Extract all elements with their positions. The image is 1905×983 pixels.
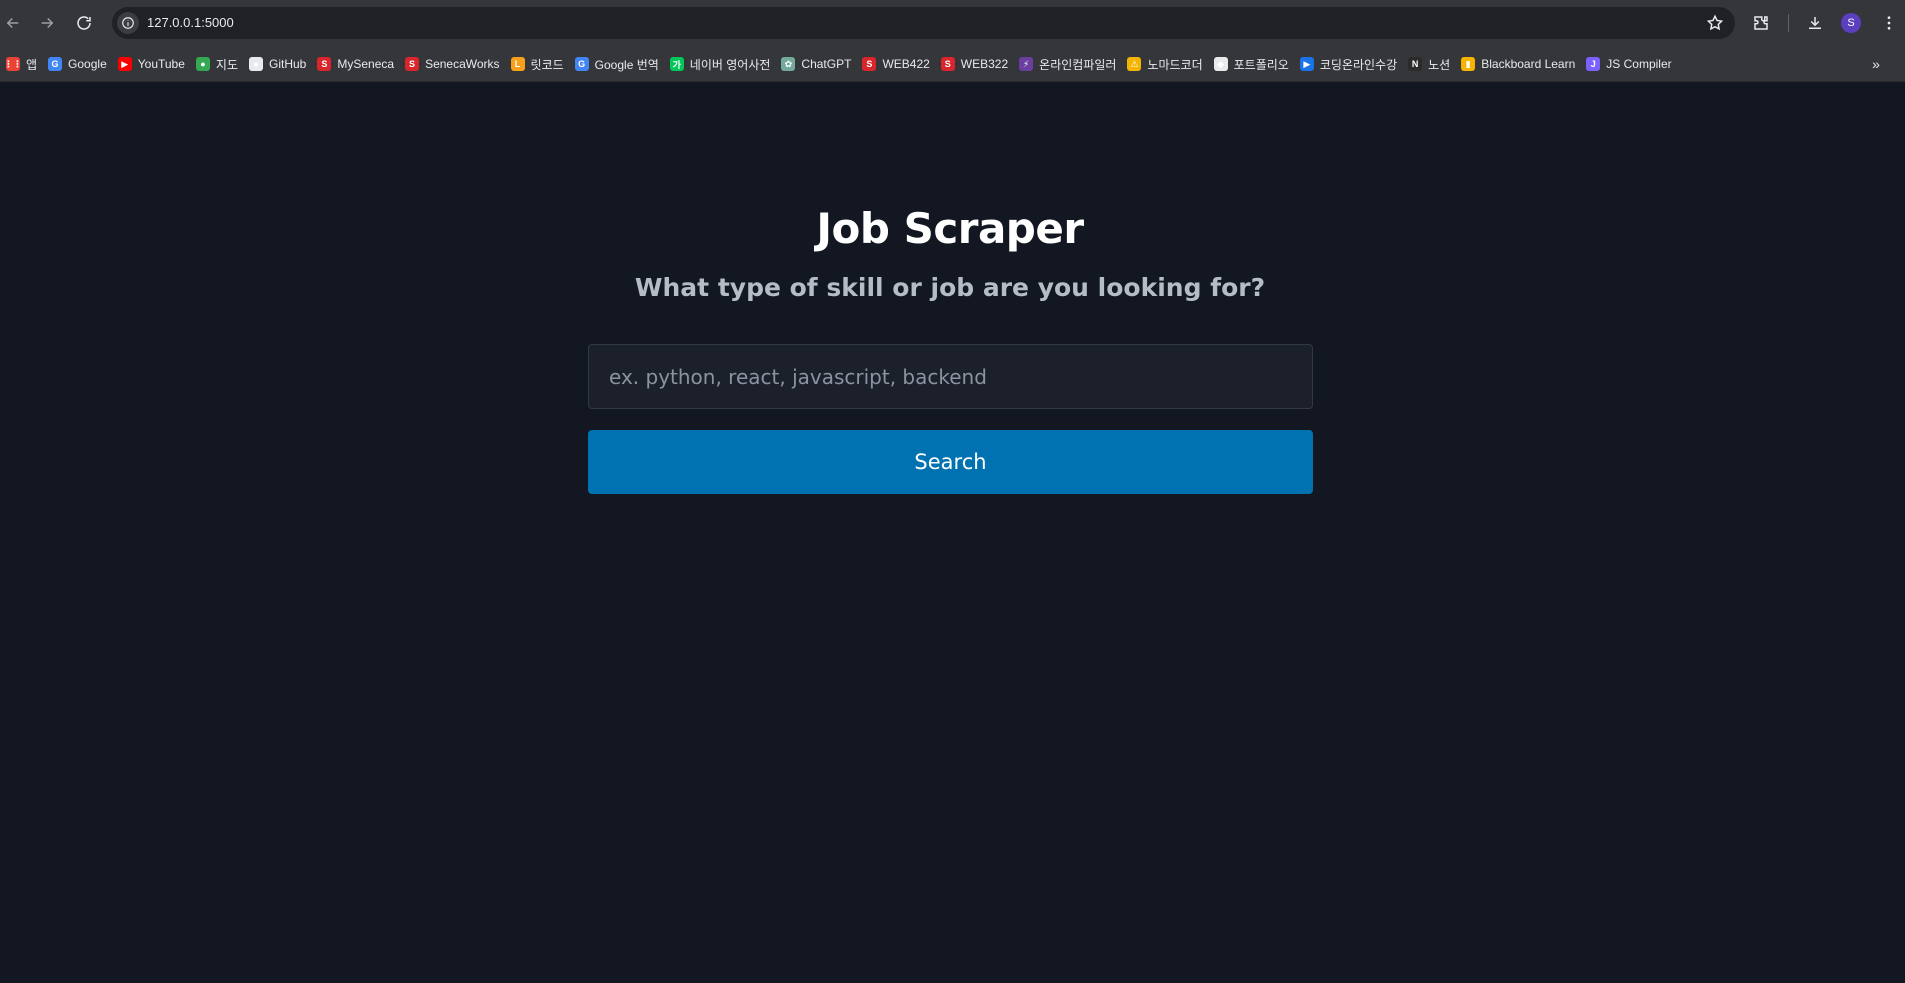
- page-title: Job Scraper: [816, 204, 1084, 253]
- naver-icon: 가: [669, 57, 684, 71]
- bookmark-label: 앱: [26, 57, 38, 72]
- bookmark-item[interactable]: G Google 번역: [571, 51, 666, 77]
- bookmark-item[interactable]: ▶ 코딩온라인수강: [1296, 51, 1404, 77]
- bookmark-item[interactable]: ⚠ 노마드코더: [1123, 51, 1209, 77]
- bookmark-label: 릿코드: [530, 57, 564, 72]
- search-input[interactable]: [588, 344, 1313, 409]
- google-icon: G: [48, 57, 63, 71]
- address-bar[interactable]: 127.0.0.1:5000: [112, 7, 1735, 39]
- bookmark-item[interactable]: J JS Compiler: [1582, 51, 1678, 77]
- browser-chrome: 127.0.0.1:5000 S ⋮⋮ 앱 G Google ▶ YouTube ● 지도 ● G…: [0, 0, 1905, 82]
- bookmarks-bar: ⋮⋮ 앱 G Google ▶ YouTube ● 지도 ● GitHub S MySeneca S Se…: [0, 46, 1905, 82]
- browser-toolbar: 127.0.0.1:5000 S: [0, 0, 1905, 46]
- seneca-icon: S: [405, 57, 420, 71]
- github-icon: ●: [249, 57, 263, 71]
- bookmark-label: 온라인컴파일러: [1039, 57, 1117, 72]
- bookmark-item[interactable]: ◆ 포트폴리오: [1210, 51, 1296, 77]
- download-icon[interactable]: [1803, 11, 1827, 35]
- nomad-icon: ⚠: [1127, 57, 1142, 71]
- bookmark-item[interactable]: ● GitHub: [245, 51, 313, 77]
- play-icon: ▶: [1299, 57, 1314, 71]
- apps-grid-icon: ⋮⋮: [4, 57, 22, 71]
- bookmark-label: 코딩온라인수강: [1319, 57, 1398, 72]
- translate-icon: G: [574, 57, 589, 71]
- js-compiler-icon: J: [1586, 57, 1601, 71]
- bookmark-label: ChatGPT: [801, 57, 852, 71]
- seneca-icon: S: [940, 57, 955, 71]
- bookmark-label: YouTube: [137, 57, 185, 71]
- bookmark-label: WEB322: [960, 57, 1009, 71]
- bookmark-item[interactable]: ⚡ 온라인컴파일러: [1015, 51, 1123, 77]
- chatgpt-icon: ✿: [781, 57, 796, 71]
- bookmark-label: 노션: [1428, 57, 1451, 72]
- bolt-icon: ⚡: [1019, 57, 1034, 71]
- bookmark-label: 포트폴리오: [1233, 57, 1289, 72]
- profile-avatar[interactable]: S: [1841, 13, 1861, 33]
- bookmark-label: JS Compiler: [1606, 57, 1672, 71]
- page-content: Job Scraper What type of skill or job ar…: [0, 82, 1905, 983]
- bookmark-label: 지도: [215, 57, 238, 72]
- url-text[interactable]: 127.0.0.1:5000: [147, 15, 234, 30]
- bookmark-item[interactable]: S WEB322: [937, 51, 1015, 77]
- notion-icon: N: [1408, 57, 1423, 71]
- bookmark-item[interactable]: N 노션: [1404, 51, 1457, 77]
- bookmark-label: SenecaWorks: [425, 57, 500, 71]
- extensions-icon[interactable]: [1749, 11, 1773, 35]
- menu-icon[interactable]: [1877, 11, 1901, 35]
- bookmark-label: Blackboard Learn: [1481, 57, 1576, 71]
- site-info-icon[interactable]: [117, 12, 139, 34]
- bookmark-label: WEB422: [882, 57, 930, 71]
- toolbar-divider: [1788, 14, 1789, 32]
- bookmark-label: 네이버 영어사전: [689, 57, 771, 72]
- leetcode-icon: L: [510, 57, 525, 71]
- back-icon[interactable]: [1, 11, 25, 35]
- bookmark-label: MySeneca: [337, 57, 395, 71]
- bookmarks-overflow-icon[interactable]: »: [1867, 55, 1885, 73]
- reload-icon[interactable]: [72, 11, 96, 35]
- seneca-icon: S: [862, 57, 877, 71]
- bookmark-item[interactable]: ● 지도: [192, 51, 245, 77]
- bookmark-item[interactable]: S WEB422: [858, 51, 936, 77]
- maps-icon: ●: [195, 57, 210, 71]
- blackboard-icon: ▮: [1461, 57, 1476, 71]
- bookmark-item[interactable]: ✿ ChatGPT: [777, 51, 858, 77]
- bookmark-item[interactable]: S SenecaWorks: [401, 51, 506, 77]
- seneca-icon: S: [317, 57, 332, 71]
- bookmark-item[interactable]: ⋮⋮ 앱: [2, 51, 44, 77]
- bookmark-label: 노마드코더: [1147, 57, 1203, 72]
- bookmark-item[interactable]: L 릿코드: [507, 51, 571, 77]
- bookmark-label: GitHub: [269, 57, 307, 71]
- page-subtitle: What type of skill or job are you lookin…: [634, 273, 1266, 302]
- bookmark-label: Google 번역: [594, 57, 659, 72]
- bookmark-label: Google: [68, 57, 107, 71]
- bookmark-item[interactable]: 가 네이버 영어사전: [666, 51, 778, 77]
- bookmark-item[interactable]: ▶ YouTube: [114, 51, 192, 77]
- bookmark-item[interactable]: S MySeneca: [313, 51, 401, 77]
- portfolio-icon: ◆: [1213, 57, 1228, 71]
- bookmarks-list: ⋮⋮ 앱 G Google ▶ YouTube ● 지도 ● GitHub S MySeneca S Se…: [2, 46, 1679, 82]
- youtube-icon: ▶: [117, 57, 132, 71]
- bookmark-star-icon[interactable]: [1705, 13, 1725, 33]
- search-button[interactable]: Search: [588, 430, 1313, 494]
- forward-icon[interactable]: [35, 11, 59, 35]
- bookmark-item[interactable]: G Google: [44, 51, 114, 77]
- bookmark-item[interactable]: ▮ Blackboard Learn: [1457, 51, 1582, 77]
